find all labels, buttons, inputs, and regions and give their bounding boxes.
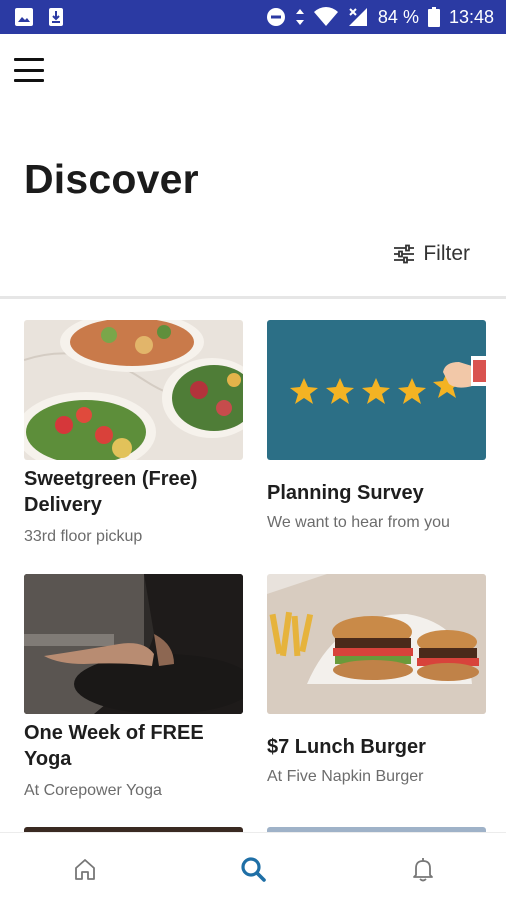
status-bar: 84 % 13:48 [0,0,506,34]
four-star-rating-illustration [267,320,486,460]
signal-icon [348,8,367,26]
filter-button[interactable]: Filter [393,240,470,268]
card-planning-survey[interactable]: Planning Survey We want to hear from you [267,320,486,532]
yoga-meditation-photo [24,574,243,714]
card-subtitle: 33rd floor pickup [24,528,143,545]
header-divider [0,296,506,299]
card-yoga[interactable]: One Week of FREE Yoga At Corepower Yoga [24,574,243,800]
burgers-and-fries-photo [267,574,486,714]
salad-plates-photo [24,320,243,460]
card-title: $7 Lunch Burger [267,736,426,758]
filter-label: Filter [423,242,470,265]
bottom-navigation [0,832,506,900]
page-title: Discover [24,156,199,202]
image-icon [15,8,33,26]
card-title: One Week of FREE Yoga [24,722,204,770]
home-icon[interactable] [71,855,99,883]
hamburger-menu-icon[interactable] [14,56,46,84]
wifi-icon [313,7,338,27]
card-subtitle: At Five Napkin Burger [267,768,424,785]
card-lunch-burger[interactable]: $7 Lunch Burger At Five Napkin Burger [267,574,486,786]
do-not-disturb-icon [266,8,285,26]
bell-icon[interactable] [409,855,437,883]
card-subtitle: At Corepower Yoga [24,782,162,799]
search-icon[interactable] [239,855,267,883]
card-subtitle: We want to hear from you [267,514,450,531]
card-title: Planning Survey [267,482,424,504]
sliders-icon [394,244,415,264]
battery-percent: 84 % [377,6,419,27]
data-arrows-icon [295,9,304,25]
card-title: Sweetgreen (Free) Delivery [24,468,198,516]
battery-icon [427,7,440,27]
status-time: 13:48 [448,6,494,27]
card-sweetgreen[interactable]: Sweetgreen (Free) Delivery 33rd floor pi… [24,320,243,546]
download-icon [49,8,63,26]
